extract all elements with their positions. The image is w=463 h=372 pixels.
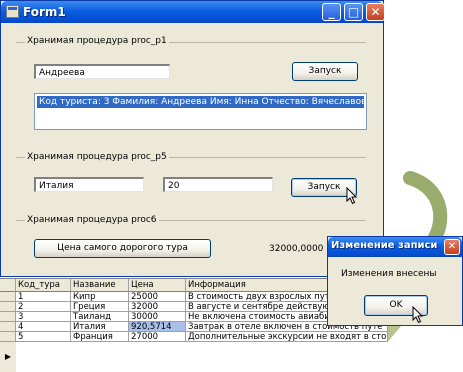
run-proc-p1-button[interactable]: Запуск (292, 62, 358, 81)
column-header-name[interactable]: Название (71, 279, 129, 292)
close-button[interactable]: ✕ (366, 3, 385, 21)
row-header[interactable] (0, 322, 16, 332)
row-header[interactable] (0, 302, 16, 312)
table-cell-price[interactable]: 30000 (129, 312, 186, 322)
table-cell-code[interactable]: 3 (16, 312, 71, 322)
message-box-title-bar[interactable]: Изменение записи ✕ (328, 237, 462, 257)
result-list-item[interactable]: Код туриста: 3 Фамилия: Андреева Имя: Ин… (37, 96, 364, 108)
table-cell-name[interactable]: Кипр (71, 292, 129, 302)
message-box-close-button[interactable]: ✕ (444, 239, 460, 255)
mouse-cursor-icon (346, 187, 358, 205)
grid-current-row-marker[interactable]: ▶ (0, 342, 16, 372)
message-box: Изменение записи ✕ Изменения внесены OK (327, 236, 463, 326)
most-expensive-tour-button[interactable]: Цена самого дорогого тура (34, 239, 211, 258)
table-cell-code[interactable]: 2 (16, 302, 71, 312)
group1-label: Хранимая процедура proc_p1 (25, 36, 169, 46)
table-cell-info[interactable]: Дополнительные экскурсии не входят в сто (186, 332, 388, 342)
country-input[interactable]: Италия (34, 177, 144, 192)
percent-input[interactable]: 20 (163, 177, 273, 192)
table-cell-price[interactable]: 920,5714 (129, 322, 186, 332)
minimize-button[interactable]: _ (322, 3, 341, 21)
title-bar[interactable]: Form1 _ □ ✕ (1, 1, 385, 23)
message-box-title: Изменение записи (331, 240, 438, 251)
table-cell-price[interactable]: 25000 (129, 292, 186, 302)
table-cell-price[interactable]: 32000 (129, 302, 186, 312)
message-text: Изменения внесены (341, 269, 437, 279)
group3-label: Хранимая процедура proc6 (25, 215, 159, 225)
max-price-value: 32000,0000 (269, 244, 324, 254)
column-header-code[interactable]: Код_тура (16, 279, 71, 292)
app-icon (6, 5, 19, 18)
table-cell-code[interactable]: 4 (16, 322, 71, 332)
grid-corner[interactable] (0, 279, 16, 292)
row-header[interactable] (0, 312, 16, 322)
table-cell-price[interactable]: 27000 (129, 332, 186, 342)
window-title: Form1 (23, 5, 66, 19)
table-cell-name[interactable]: Италия (71, 322, 129, 332)
group2-label: Хранимая процедура proc_p5 (25, 152, 169, 162)
mouse-cursor-icon (412, 306, 424, 324)
table-cell-code[interactable]: 1 (16, 292, 71, 302)
row-header[interactable] (0, 332, 16, 342)
table-cell-name[interactable]: Франция (71, 332, 129, 342)
proc-p1-result-list[interactable]: Код туриста: 3 Фамилия: Андреева Имя: Ин… (34, 93, 367, 130)
column-header-price[interactable]: Цена (129, 279, 186, 292)
row-header[interactable] (0, 292, 16, 302)
surname-input[interactable]: Андреева (34, 64, 170, 79)
table-cell-name[interactable]: Греция (71, 302, 129, 312)
table-row[interactable]: 5 Франция 27000 Дополнительные экскурсии не… (0, 332, 388, 342)
maximize-button[interactable]: □ (344, 3, 363, 21)
table-cell-code[interactable]: 5 (16, 332, 71, 342)
table-cell-name[interactable]: Таиланд (71, 312, 129, 322)
